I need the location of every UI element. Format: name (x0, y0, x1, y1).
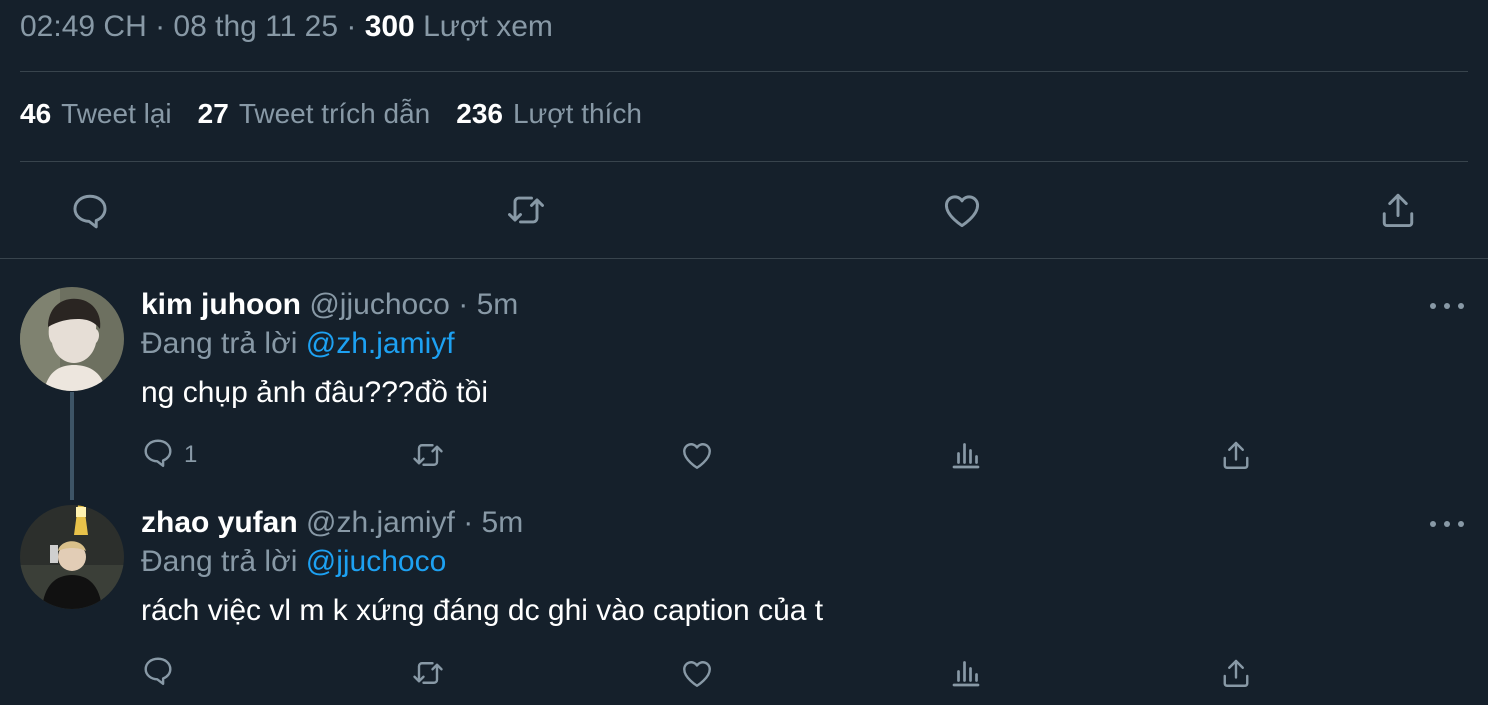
separator-dot: · (458, 288, 469, 321)
reply-text: rách việc vl m k xứng đáng dc ghi vào ca… (141, 594, 824, 627)
divider (20, 71, 1468, 72)
tweet-meta: 02:49 CH · 08 thg 11 25 · 300 Lượt xem (20, 10, 553, 44)
reply-header: zhao yufan @zh.jamiyf · 5m (141, 506, 523, 540)
reply-button[interactable]: 1 (140, 437, 197, 473)
likes-count: 236 (456, 98, 503, 129)
reply-count: 1 (184, 441, 198, 468)
retweet-icon[interactable] (504, 188, 548, 232)
mention-link[interactable]: @zh.jamiyf (306, 327, 455, 360)
reply-text: ng chụp ảnh đâu???đồ tồi (141, 376, 488, 409)
reply-icon[interactable] (68, 188, 112, 232)
retweets-label: Tweet lại (61, 98, 172, 129)
replying-to: Đang trả lời @jjuchoco (141, 545, 446, 579)
divider (0, 258, 1488, 259)
user-handle[interactable]: @zh.jamiyf (306, 506, 455, 539)
tweet-detail-page: 02:49 CH · 08 thg 11 25 · 300 Lượt xem 4… (0, 0, 1488, 705)
retweet-icon[interactable] (410, 437, 446, 473)
display-name[interactable]: zhao yufan (141, 506, 298, 539)
views-count: 300 (364, 10, 415, 43)
mention-link[interactable]: @jjuchoco (306, 545, 447, 578)
replying-prefix: Đang trả lời (141, 545, 298, 578)
views-label: Lượt xem (423, 10, 553, 43)
reply-action-bar (0, 655, 1488, 695)
more-icon[interactable] (1430, 296, 1464, 316)
more-icon[interactable] (1430, 514, 1464, 534)
views-icon[interactable] (948, 437, 984, 473)
meta-separator: · (338, 10, 365, 43)
share-icon[interactable] (1376, 188, 1420, 232)
tweet-stats: 46 Tweet lại 27 Tweet trích dẫn 236 Lượt th… (20, 98, 642, 130)
heart-icon[interactable] (679, 655, 715, 691)
separator-dot: · (463, 506, 474, 539)
reply-icon (140, 652, 176, 695)
likes-label: Lượt thích (512, 98, 642, 129)
display-name[interactable]: kim juhoon (141, 288, 301, 321)
replying-prefix: Đang trả lời (141, 327, 298, 360)
reply-icon (140, 434, 176, 477)
reply-header: kim juhoon @jjuchoco · 5m (141, 288, 518, 322)
divider (20, 161, 1468, 162)
retweets-stat[interactable]: 46 Tweet lại (20, 98, 172, 130)
replying-to: Đang trả lời @zh.jamiyf (141, 327, 455, 361)
likes-stat[interactable]: 236 Lượt thích (456, 98, 642, 130)
tweet-action-bar (0, 188, 1488, 234)
views-icon[interactable] (948, 655, 984, 691)
tweet-date[interactable]: 08 thg 11 25 (173, 10, 338, 43)
user-handle[interactable]: @jjuchoco (309, 288, 450, 321)
meta-separator: · (146, 10, 174, 43)
reply-time[interactable]: 5m (477, 288, 519, 321)
quote-tweets-label: Tweet trích dẫn (238, 98, 431, 129)
reply-button[interactable] (140, 655, 184, 691)
retweets-count: 46 (20, 98, 52, 129)
reply-time[interactable]: 5m (482, 506, 524, 539)
retweet-icon[interactable] (410, 655, 446, 691)
reply-action-bar: 1 (0, 437, 1488, 477)
share-icon[interactable] (1218, 655, 1254, 691)
tweet-time[interactable]: 02:49 CH (20, 10, 147, 43)
avatar[interactable] (20, 505, 124, 609)
quote-tweets-stat[interactable]: 27 Tweet trích dẫn (198, 98, 431, 130)
share-icon[interactable] (1218, 437, 1254, 473)
heart-icon[interactable] (940, 188, 984, 232)
heart-icon[interactable] (679, 437, 715, 473)
avatar[interactable] (20, 287, 124, 391)
quote-tweets-count: 27 (197, 98, 229, 129)
